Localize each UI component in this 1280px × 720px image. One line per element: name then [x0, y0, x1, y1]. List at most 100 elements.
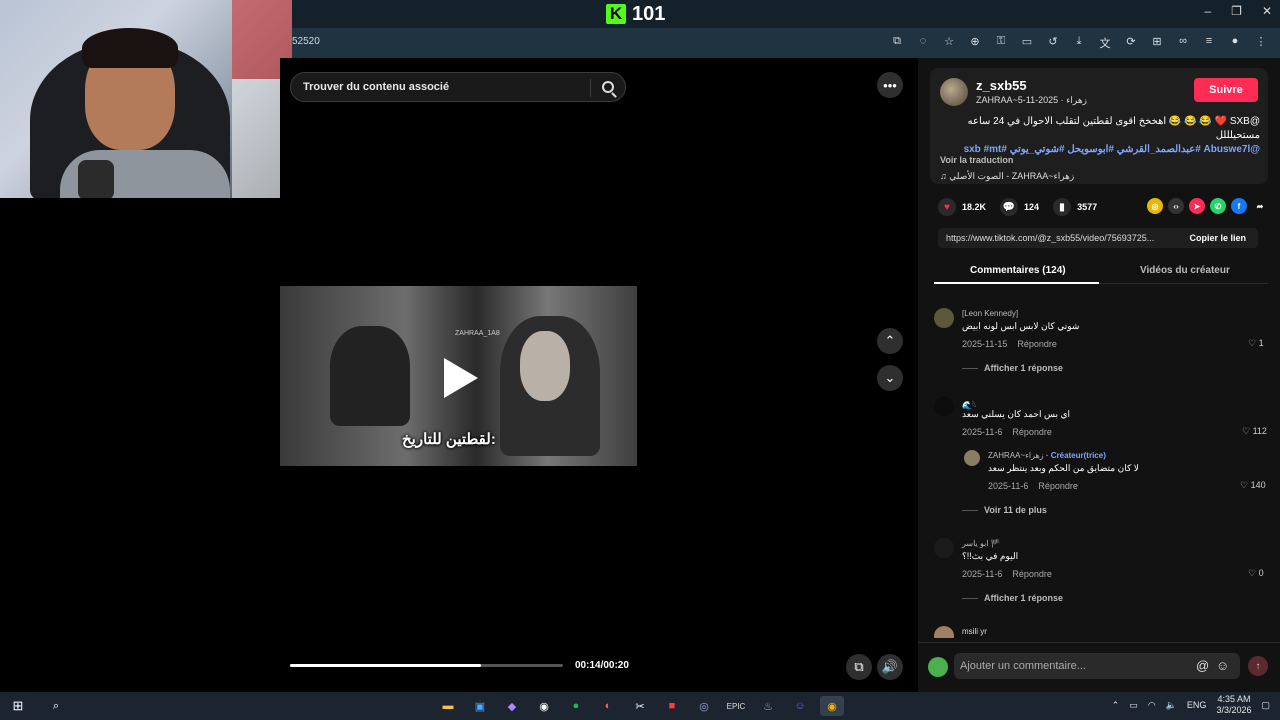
facebook-icon[interactable]: f [1231, 198, 1247, 214]
windows-start-icon[interactable]: ⊞ [6, 696, 30, 716]
reply-button[interactable]: Répondre [1012, 569, 1052, 579]
chevron-up-icon[interactable]: ⌃ [1112, 700, 1120, 711]
comment-author[interactable]: msili yr [962, 627, 987, 636]
avatar[interactable] [934, 396, 954, 416]
tab-creator-videos[interactable]: Vidéos du créateur [1140, 265, 1230, 276]
comment-author[interactable]: ZAHRAA~زهراء · Créateur(trice) [988, 451, 1106, 460]
obs-icon[interactable]: ◉ [532, 696, 556, 716]
music-label[interactable]: ♫ الصوت الأصلي - ZAHRAA~زهراء [940, 171, 1074, 182]
view-replies-button[interactable]: Afficher 1 réponse [962, 363, 1063, 373]
emoji-icon[interactable]: ☺ [1216, 658, 1229, 673]
reply-button[interactable]: Répondre [1038, 481, 1078, 491]
avatar[interactable] [934, 626, 954, 638]
comment-author[interactable]: [Leon Kennedy] [962, 309, 1018, 318]
address-text[interactable]: 52520 [292, 36, 320, 47]
avatar[interactable] [934, 308, 954, 328]
share-icons: ◎ ‹› ➤ ✆ f ➦ [1147, 198, 1268, 214]
profile-icon[interactable]: ● [1228, 35, 1242, 51]
tiktok-page: Trouver du contenu associé ZAHRAA_1A8 لق… [280, 58, 1280, 692]
reply-button[interactable]: Répondre [1012, 427, 1052, 437]
volume-button[interactable]: 🔊 [877, 654, 903, 680]
store-icon[interactable]: ▣ [468, 696, 492, 716]
previous-video-button[interactable]: ⌃ [877, 328, 903, 354]
speed-icon[interactable]: ◐ [596, 696, 620, 716]
comment-like[interactable]: ♡ 140 [1240, 480, 1266, 491]
wifi-icon[interactable]: ◠ [1148, 700, 1156, 711]
network-icon[interactable]: ▭ [1129, 700, 1138, 711]
related-search[interactable]: Trouver du contenu associé [290, 72, 626, 102]
notification-icon[interactable]: ▢ [1261, 700, 1270, 711]
comment-like[interactable]: ♡ 0 [1248, 568, 1264, 579]
video-link[interactable]: https://www.tiktok.com/@z_sxb55/video/75… [946, 233, 1174, 243]
comment-like[interactable]: ♡ 112 [1242, 426, 1267, 437]
queue-icon[interactable]: ≡ [1202, 35, 1216, 51]
capcut-icon[interactable]: ✂ [628, 696, 652, 716]
send-icon[interactable]: ➤ [1189, 198, 1205, 214]
next-video-button[interactable]: ⌄ [877, 365, 903, 391]
view-more-replies-button[interactable]: Voir 11 de plus [962, 505, 1047, 515]
star-icon[interactable]: ☆ [942, 35, 956, 51]
follow-button[interactable]: Suivre [1194, 78, 1258, 102]
search-icon[interactable]: ⌕ [44, 696, 68, 716]
taskbar-clock[interactable]: 4:35 AM 3/3/2026 [1216, 694, 1251, 716]
like-stat[interactable]: ♥ 18.2K [938, 198, 986, 216]
avatar[interactable] [928, 657, 948, 677]
share-arrow-icon[interactable]: ➦ [1252, 198, 1268, 214]
game-icon[interactable]: ◆ [500, 696, 524, 716]
close-icon[interactable]: ✕ [1262, 4, 1272, 18]
puzzle-icon[interactable]: ⊞ [1150, 35, 1164, 51]
epic-icon[interactable]: EPIC [724, 696, 748, 716]
embed-icon[interactable]: ‹› [1168, 198, 1184, 214]
minimize-icon[interactable]: – [1204, 4, 1211, 18]
bookmark-icon[interactable]: ▮ [1053, 198, 1072, 216]
steam-icon[interactable]: ♨ [756, 696, 780, 716]
file-explorer-icon[interactable]: ▬ [436, 696, 460, 716]
copy-link-button[interactable]: Copier le lien [1189, 233, 1246, 243]
refresh-icon[interactable]: ⟳ [1124, 35, 1138, 51]
video-player[interactable]: ZAHRAA_1A8 لقطتين للتاريخ: [280, 286, 637, 466]
avatar[interactable] [934, 538, 954, 558]
coin-icon[interactable]: ◎ [1147, 198, 1163, 214]
more-options-button[interactable]: ••• [877, 72, 903, 98]
history-icon[interactable]: ↺ [1046, 35, 1060, 51]
card-icon[interactable]: ▭ [1020, 35, 1034, 51]
post-card: z_sxb55 ZAHRAA~زهراء · 2025-11-5 Suivre … [930, 68, 1268, 184]
key-icon[interactable]: ⚿ [994, 35, 1008, 51]
extension-icon[interactable]: ⊕ [968, 35, 982, 51]
author-avatar[interactable] [940, 78, 968, 106]
reply-button[interactable]: Répondre [1017, 339, 1057, 349]
video-progress-bar[interactable] [290, 664, 563, 667]
view-replies-button[interactable]: Afficher 1 réponse [962, 593, 1063, 603]
spotify-icon[interactable]: ● [564, 696, 588, 716]
language-indicator[interactable]: ENG [1187, 700, 1207, 710]
search-placeholder: Trouver du contenu associé [303, 81, 450, 93]
maximize-icon[interactable]: ❐ [1231, 4, 1242, 18]
comment-stat[interactable]: 💬 124 [1000, 198, 1039, 216]
discord-icon[interactable]: ☺ [788, 696, 812, 716]
mention-icon[interactable]: @ [1196, 658, 1209, 673]
record-icon[interactable]: ■ [660, 696, 684, 716]
volume-icon[interactable]: 🔈 [1166, 700, 1177, 711]
heart-icon[interactable]: ♥ [938, 198, 956, 216]
comment-icon[interactable]: 💬 [1000, 198, 1019, 216]
comment-author[interactable]: ابو ياسر 🏴 [962, 539, 1001, 548]
send-comment-button[interactable]: ↑ [1248, 656, 1268, 676]
comment-like[interactable]: ♡ 1 [1248, 338, 1264, 349]
whatsapp-icon[interactable]: ✆ [1210, 198, 1226, 214]
cast-icon[interactable]: ⧉ [890, 35, 904, 51]
search-icon[interactable] [602, 81, 614, 93]
author-username[interactable]: z_sxb55 [976, 78, 1027, 93]
menu-icon[interactable]: ⋮ [1254, 35, 1268, 51]
save-stat[interactable]: ▮ 3577 [1053, 198, 1097, 216]
browser-icon[interactable]: ◎ [692, 696, 716, 716]
translate-icon[interactable]: 文 [1098, 35, 1112, 51]
eye-off-icon[interactable]: ◌ [916, 35, 930, 51]
chrome-icon[interactable]: ◉ [820, 696, 844, 716]
pip-button[interactable]: ⧉ [846, 654, 872, 680]
avatar[interactable] [964, 450, 980, 466]
tab-comments[interactable]: Commentaires (124) [970, 265, 1066, 276]
play-icon[interactable] [444, 358, 478, 398]
download-icon[interactable]: ⤓ [1072, 35, 1086, 51]
link-icon[interactable]: ∞ [1176, 35, 1190, 51]
translate-link[interactable]: Voir la traduction [940, 155, 1013, 165]
